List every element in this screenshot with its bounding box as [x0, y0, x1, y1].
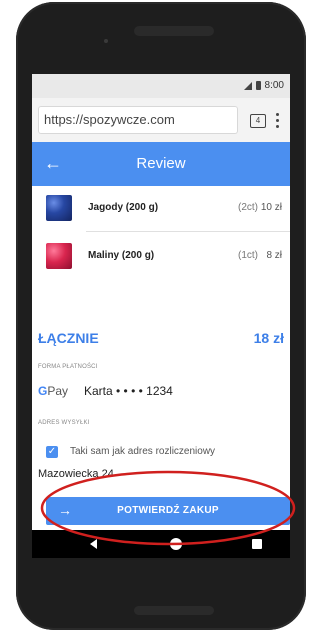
status-bar: 8:00: [32, 74, 290, 98]
phone-front-camera: [104, 39, 108, 43]
item-price: 8 zł: [266, 250, 282, 261]
same-address-label: Taki sam jak adres rozliczeniowy: [70, 446, 216, 457]
tab-switcher-icon[interactable]: 4: [250, 114, 266, 128]
status-time: 8:00: [264, 80, 284, 91]
url-field[interactable]: https://spozywcze.com: [38, 106, 238, 134]
payment-section-label: FORMA PŁATNOŚCI: [38, 364, 98, 370]
item-divider: [86, 231, 290, 232]
page-title: Review: [136, 155, 186, 172]
shipping-section-label: ADRES WYSYŁKI: [38, 420, 90, 426]
phone-screen: 8:00 https://spozywcze.com 4 ← Review Ja…: [32, 74, 290, 558]
shipping-address: Mazowiecka 24: [38, 468, 114, 480]
item-quantity: (2ct): [238, 202, 258, 213]
browser-toolbar: https://spozywcze.com 4: [32, 98, 290, 142]
same-address-checkbox[interactable]: ✓: [46, 446, 58, 458]
item-quantity: (1ct): [238, 250, 258, 261]
item-price: 10 zł: [260, 202, 282, 213]
app-bar: ← Review: [32, 142, 290, 186]
nav-recents-icon[interactable]: [252, 539, 262, 549]
item-name: Maliny (200 g): [88, 250, 155, 261]
google-pay-logo: GPay: [38, 384, 69, 398]
nav-back-icon[interactable]: [90, 539, 97, 549]
battery-icon: [255, 81, 261, 90]
total-label: ŁĄCZNIE: [38, 330, 99, 346]
raspberries-thumbnail: [46, 243, 72, 269]
payment-card[interactable]: Karta • • • • 1234: [84, 384, 173, 398]
phone-top-speaker: [134, 26, 214, 36]
signal-icon: [243, 81, 252, 90]
overflow-menu-icon[interactable]: [276, 113, 280, 129]
total-row: ŁĄCZNIE 18 zł: [32, 326, 290, 350]
total-value: 18 zł: [253, 330, 284, 346]
blueberries-thumbnail: [46, 195, 72, 221]
confirm-purchase-button[interactable]: → POTWIERDŹ ZAKUP: [46, 497, 290, 525]
cart-item: Maliny (200 g) (1ct) 8 zł: [32, 234, 290, 280]
cart-item: Jagody (200 g) (2ct) 10 zł: [32, 186, 290, 232]
nav-home-icon[interactable]: [170, 538, 182, 550]
android-nav-bar: [32, 530, 290, 558]
confirm-purchase-label: POTWIERDŹ ZAKUP: [117, 505, 219, 516]
phone-bottom-speaker: [134, 606, 214, 615]
status-indicators: 8:00: [243, 80, 284, 91]
item-name: Jagody (200 g): [88, 202, 159, 213]
